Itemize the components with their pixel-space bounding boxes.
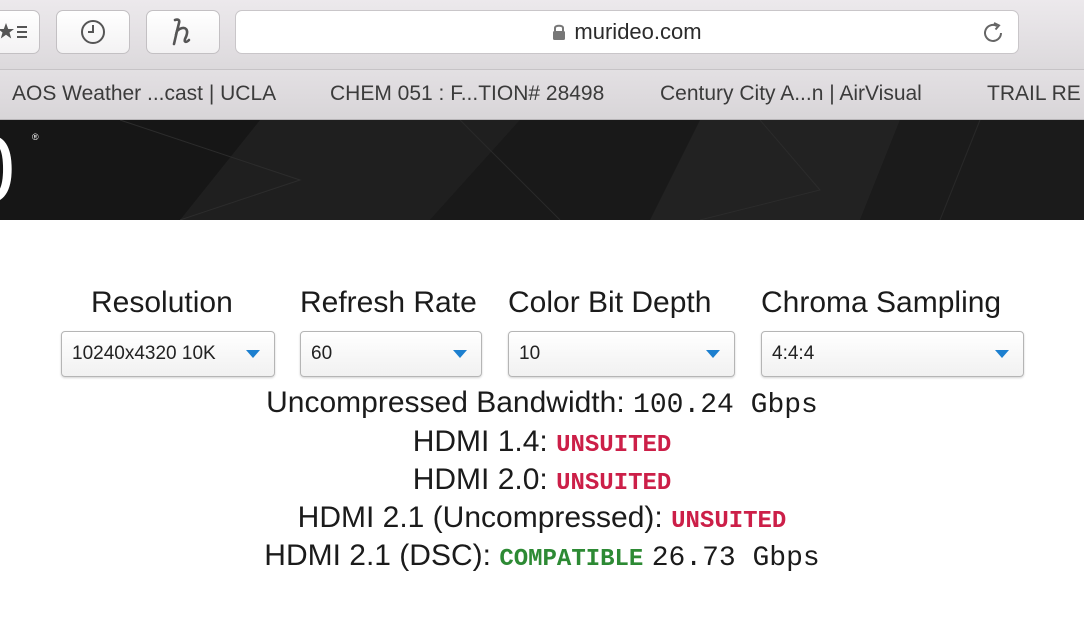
history-button[interactable]	[56, 10, 130, 54]
hdmi21-dsc-line: HDMI 2.1 (DSC): COMPATIBLE 26.73 Gbps	[0, 539, 1084, 574]
bookmark-item[interactable]: CHEM 051 : F...TION# 28498	[330, 82, 604, 106]
bandwidth-line: Uncompressed Bandwidth: 100.24 Gbps	[0, 386, 1084, 421]
chroma-sampling-label: Chroma Sampling	[761, 286, 1002, 319]
bookmark-item[interactable]: AOS Weather ...cast | UCLA	[12, 82, 276, 106]
hdmi21-dsc-status: COMPATIBLE	[499, 546, 644, 573]
honey-extension-button[interactable]	[146, 10, 220, 54]
bandwidth-label: Uncompressed Bandwidth:	[266, 386, 625, 419]
refresh-rate-select[interactable]: 60	[300, 331, 482, 377]
bookmark-item[interactable]: TRAIL RE	[987, 82, 1081, 106]
resolution-label: Resolution	[91, 286, 233, 319]
chevron-down-icon	[246, 350, 260, 358]
registered-mark: ®	[32, 132, 39, 142]
lock-icon	[553, 24, 566, 40]
honey-extension-icon	[172, 18, 191, 46]
hdmi14-status: UNSUITED	[556, 432, 672, 459]
hero-background	[0, 120, 1084, 220]
reload-icon[interactable]	[980, 20, 1006, 46]
hdmi14-label: HDMI 1.4:	[412, 425, 548, 458]
color-bit-depth-select[interactable]: 10	[508, 331, 735, 377]
browser-toolbar: murideo.com	[0, 0, 1084, 70]
resolution-select[interactable]: 10240x4320 10K	[61, 331, 275, 377]
url-text: murideo.com	[574, 19, 702, 44]
bookmarks-button[interactable]	[0, 10, 40, 54]
chevron-down-icon	[453, 350, 467, 358]
color-bit-depth-value: 10	[519, 343, 541, 364]
chevron-down-icon	[995, 350, 1009, 358]
refresh-rate-label: Refresh Rate	[300, 286, 477, 319]
bandwidth-value: 100.24 Gbps	[633, 390, 818, 421]
hdmi21-uncompressed-status: UNSUITED	[671, 508, 787, 535]
history-icon	[81, 20, 105, 44]
chroma-sampling-value: 4:4:4	[772, 343, 815, 364]
bookmarks-bar: AOS Weather ...cast | UCLA CHEM 051 : F.…	[0, 70, 1084, 120]
hdmi21-uncompressed-label: HDMI 2.1 (Uncompressed):	[297, 501, 663, 534]
hero-banner: 0 ®	[0, 120, 1084, 220]
hdmi21-dsc-label: HDMI 2.1 (DSC):	[264, 539, 491, 572]
bookmarks-icon	[0, 23, 27, 39]
hdmi21-uncompressed-line: HDMI 2.1 (Uncompressed): UNSUITED	[0, 501, 1084, 535]
hdmi14-line: HDMI 1.4: UNSUITED	[0, 425, 1084, 459]
hdmi20-line: HDMI 2.0: UNSUITED	[0, 463, 1084, 497]
address-bar[interactable]: murideo.com	[235, 10, 1019, 54]
hdmi20-status: UNSUITED	[556, 470, 672, 497]
bookmark-item[interactable]: Century City A...n | AirVisual	[660, 82, 922, 106]
hdmi21-dsc-value: 26.73 Gbps	[651, 543, 820, 574]
refresh-rate-value: 60	[311, 343, 333, 364]
resolution-value: 10240x4320 10K	[72, 343, 216, 364]
logo-glyph: 0	[0, 122, 15, 218]
chevron-down-icon	[706, 350, 720, 358]
chroma-sampling-select[interactable]: 4:4:4	[761, 331, 1024, 377]
color-bit-depth-label: Color Bit Depth	[508, 286, 712, 319]
hdmi20-label: HDMI 2.0:	[412, 463, 548, 496]
